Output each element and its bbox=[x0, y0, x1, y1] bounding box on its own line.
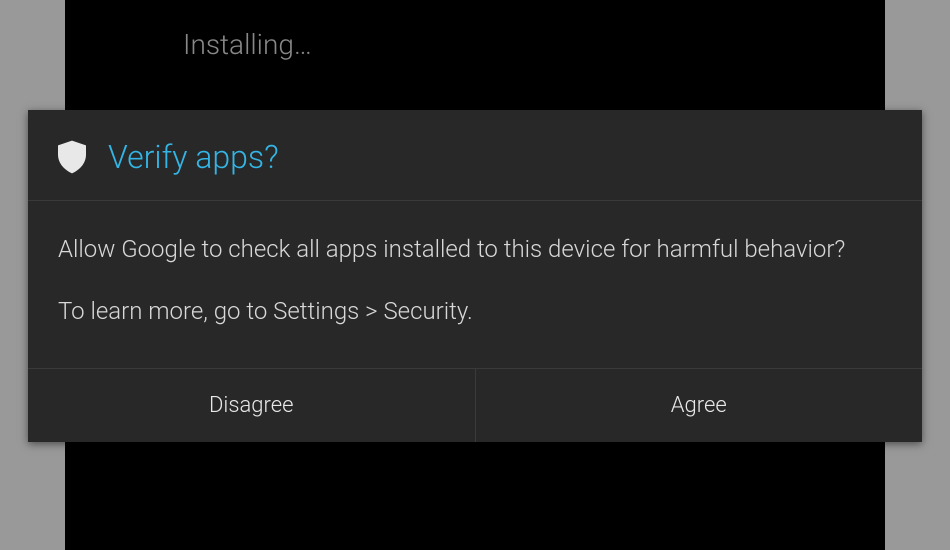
verify-apps-dialog: Verify apps? Allow Google to check all a… bbox=[28, 110, 922, 442]
installing-status-text: Installing… bbox=[183, 28, 312, 61]
dialog-hint: To learn more, go to Settings > Security… bbox=[58, 295, 892, 329]
agree-button[interactable]: Agree bbox=[476, 369, 923, 442]
shield-icon bbox=[58, 140, 86, 174]
dialog-body: Allow Google to check all apps installed… bbox=[28, 201, 922, 368]
dialog-message: Allow Google to check all apps installed… bbox=[58, 233, 892, 267]
dialog-header: Verify apps? bbox=[28, 110, 922, 201]
dialog-button-row: Disagree Agree bbox=[28, 368, 922, 442]
dialog-title: Verify apps? bbox=[108, 138, 279, 176]
disagree-button[interactable]: Disagree bbox=[28, 369, 476, 442]
